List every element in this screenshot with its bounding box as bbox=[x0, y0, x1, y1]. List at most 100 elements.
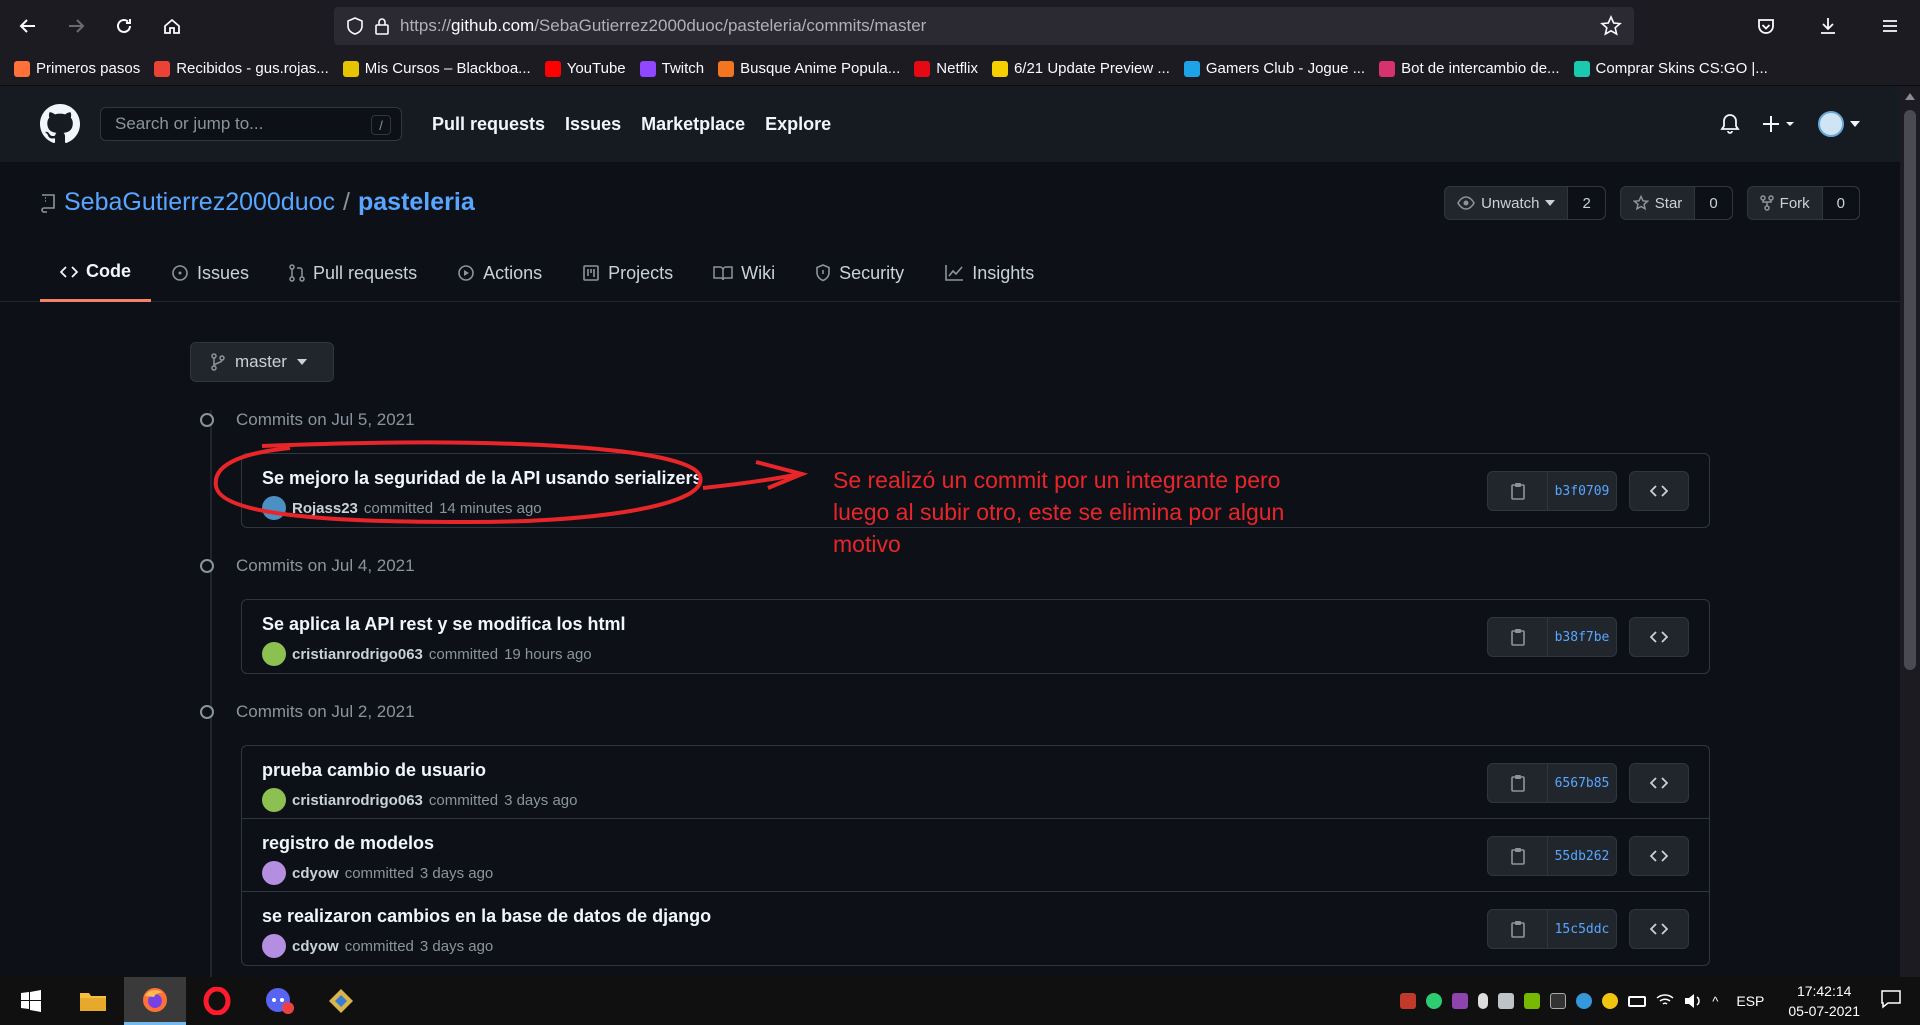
tab-code[interactable]: Code bbox=[40, 244, 151, 302]
commit-author-link[interactable]: cristianrodrigo063 bbox=[292, 792, 423, 809]
bookmark-star-icon[interactable] bbox=[1600, 15, 1622, 37]
tab-projects[interactable]: Projects bbox=[562, 244, 693, 302]
tab-actions[interactable]: Actions bbox=[437, 244, 562, 302]
shield-icon[interactable] bbox=[346, 17, 364, 35]
commit-author-link[interactable]: cdyow bbox=[292, 938, 339, 955]
pocket-button[interactable] bbox=[1746, 6, 1786, 46]
tab-wiki[interactable]: Wiki bbox=[693, 244, 795, 302]
author-avatar[interactable] bbox=[262, 788, 286, 812]
notifications-bell-icon[interactable] bbox=[1720, 113, 1740, 135]
commit-message-link[interactable]: registro de modelos bbox=[262, 833, 434, 854]
url-bar[interactable]: https://github.com/SebaGutierrez2000duoc… bbox=[334, 7, 1634, 45]
author-avatar[interactable] bbox=[262, 934, 286, 958]
repo-owner-link[interactable]: SebaGutierrez2000duoc bbox=[64, 188, 335, 217]
tab-security[interactable]: Security bbox=[795, 244, 924, 302]
clock[interactable]: 17:42:14 05-07-2021 bbox=[1788, 981, 1860, 1021]
taskbar-firefox[interactable] bbox=[124, 977, 186, 1025]
taskbar-opera[interactable] bbox=[186, 977, 248, 1025]
search-input[interactable]: Search or jump to... / bbox=[100, 107, 402, 141]
bookmark-item[interactable]: Primeros pasos bbox=[14, 60, 140, 77]
bluetooth-icon[interactable] bbox=[1576, 993, 1593, 1009]
bookmark-item[interactable]: Bot de intercambio de... bbox=[1379, 60, 1560, 77]
tab-pull-requests[interactable]: Pull requests bbox=[269, 244, 437, 302]
taskbar-git-app[interactable] bbox=[310, 977, 372, 1025]
microphone-icon[interactable] bbox=[1478, 993, 1489, 1009]
stars-count[interactable]: 0 bbox=[1695, 187, 1732, 219]
watchers-count[interactable]: 2 bbox=[1568, 187, 1605, 219]
tray-app-icon[interactable] bbox=[1400, 993, 1417, 1009]
bookmark-item[interactable]: Netflix bbox=[914, 60, 978, 77]
bookmark-favicon-icon bbox=[154, 60, 171, 77]
copy-sha-button[interactable] bbox=[1488, 910, 1548, 948]
bookmark-item[interactable]: Comprar Skins CS:GO |... bbox=[1573, 60, 1768, 77]
wifi-icon[interactable] bbox=[1656, 994, 1674, 1008]
repo-name-link[interactable]: pasteleria bbox=[358, 188, 475, 217]
epic-games-icon[interactable] bbox=[1550, 993, 1567, 1009]
user-menu[interactable] bbox=[1818, 111, 1860, 137]
unwatch-button[interactable]: Unwatch bbox=[1445, 187, 1569, 219]
menu-button[interactable] bbox=[1870, 6, 1910, 46]
nav-marketplace[interactable]: Marketplace bbox=[641, 114, 745, 135]
page-scrollbar[interactable] bbox=[1900, 86, 1920, 977]
forks-count[interactable]: 0 bbox=[1822, 187, 1859, 219]
security-icon[interactable] bbox=[1498, 993, 1515, 1009]
create-new-plus-icon[interactable] bbox=[1762, 114, 1796, 134]
scrollbar-thumb[interactable] bbox=[1904, 110, 1916, 670]
reload-button[interactable] bbox=[104, 6, 144, 46]
copy-sha-button[interactable] bbox=[1488, 618, 1548, 656]
lock-icon[interactable] bbox=[374, 17, 390, 35]
commit-message-link[interactable]: prueba cambio de usuario bbox=[262, 760, 486, 781]
tray-chevron-up-icon[interactable]: ^ bbox=[1712, 994, 1718, 1009]
fork-button[interactable]: Fork bbox=[1748, 187, 1823, 219]
commit-sha-link[interactable]: 55db262 bbox=[1548, 837, 1616, 875]
commit-author-link[interactable]: cdyow bbox=[292, 865, 339, 882]
author-avatar[interactable] bbox=[262, 642, 286, 666]
bookmark-item[interactable]: Mis Cursos – Blackboa... bbox=[342, 60, 531, 77]
bookmark-item[interactable]: Twitch bbox=[639, 60, 704, 77]
taskbar-discord[interactable] bbox=[248, 977, 310, 1025]
tab-issues[interactable]: Issues bbox=[151, 244, 269, 302]
volume-icon[interactable] bbox=[1684, 993, 1702, 1009]
bookmark-item[interactable]: Recibidos - gus.rojas... bbox=[154, 60, 329, 77]
browse-repo-button[interactable] bbox=[1629, 617, 1689, 657]
nav-issues[interactable]: Issues bbox=[565, 114, 621, 135]
forward-button[interactable] bbox=[56, 6, 96, 46]
home-button[interactable] bbox=[152, 6, 192, 46]
browse-repo-button[interactable] bbox=[1629, 763, 1689, 803]
commit-sha-link[interactable]: b38f7be bbox=[1548, 618, 1616, 656]
nvidia-icon[interactable] bbox=[1524, 993, 1541, 1009]
copy-sha-button[interactable] bbox=[1488, 764, 1548, 802]
downloads-button[interactable] bbox=[1808, 6, 1848, 46]
tray-app-icon[interactable] bbox=[1426, 993, 1443, 1009]
bookmark-item[interactable]: Gamers Club - Jogue ... bbox=[1183, 60, 1365, 77]
commit-message-link[interactable]: se realizaron cambios en la base de dato… bbox=[262, 906, 711, 927]
battery-icon[interactable] bbox=[1628, 995, 1647, 1007]
commit-author-link[interactable]: cristianrodrigo063 bbox=[292, 646, 423, 663]
nav-pull-requests[interactable]: Pull requests bbox=[432, 114, 545, 135]
copy-sha-button[interactable] bbox=[1488, 837, 1548, 875]
browse-repo-button[interactable] bbox=[1629, 836, 1689, 876]
start-button[interactable] bbox=[0, 977, 62, 1025]
nav-explore[interactable]: Explore bbox=[765, 114, 831, 135]
commit-message-link[interactable]: Se aplica la API rest y se modifica los … bbox=[262, 614, 625, 635]
keyboard-language[interactable]: ESP bbox=[1736, 993, 1764, 1009]
commit-sha-link[interactable]: 6567b85 bbox=[1548, 764, 1616, 802]
browse-repo-button[interactable] bbox=[1629, 909, 1689, 949]
taskbar-file-explorer[interactable] bbox=[62, 977, 124, 1025]
back-button[interactable] bbox=[8, 6, 48, 46]
bookmark-item[interactable]: Busque Anime Popula... bbox=[718, 60, 900, 77]
bookmark-item[interactable]: 6/21 Update Preview ... bbox=[991, 60, 1170, 77]
browse-repo-button[interactable] bbox=[1629, 471, 1689, 511]
github-logo-icon[interactable] bbox=[40, 104, 80, 144]
microphone-icon[interactable] bbox=[1452, 993, 1469, 1009]
bookmark-item[interactable]: YouTube bbox=[544, 60, 626, 77]
star-button[interactable]: Star bbox=[1621, 187, 1696, 219]
tab-insights[interactable]: Insights bbox=[924, 244, 1054, 302]
commit-sha-link[interactable]: b3f0709 bbox=[1548, 472, 1616, 510]
author-avatar[interactable] bbox=[262, 861, 286, 885]
tray-app-icon[interactable] bbox=[1602, 993, 1619, 1009]
commit-sha-link[interactable]: 15c5ddc bbox=[1548, 910, 1616, 948]
notifications-button[interactable] bbox=[1880, 989, 1902, 1014]
branch-select-button[interactable]: master bbox=[190, 342, 334, 382]
copy-sha-button[interactable] bbox=[1488, 472, 1548, 510]
